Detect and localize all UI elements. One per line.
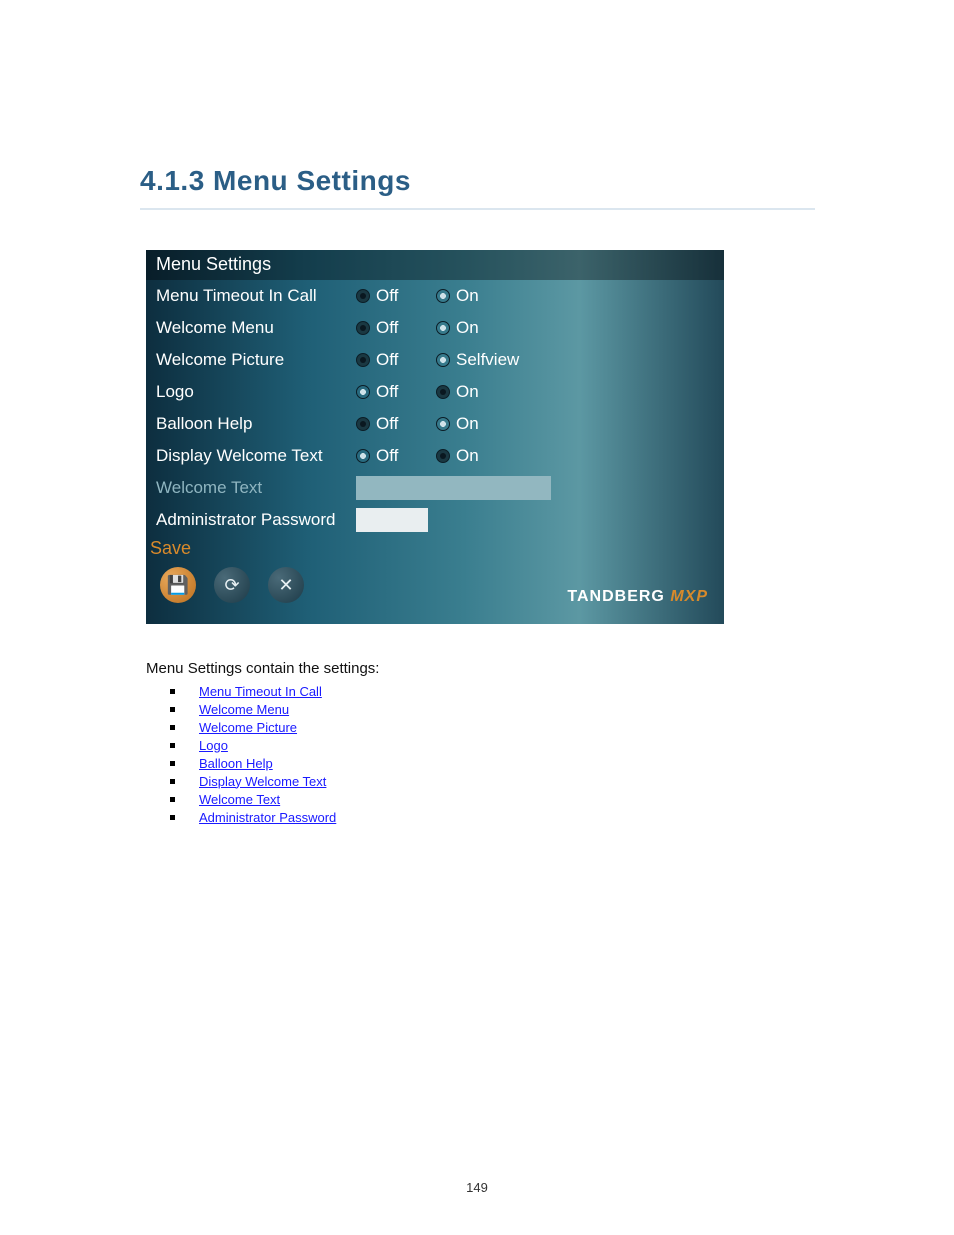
list-item: Menu Timeout In Call [170, 682, 336, 700]
list-item: Logo [170, 736, 336, 754]
row-label: Welcome Picture [156, 350, 356, 370]
welcome-text-input[interactable] [356, 476, 551, 500]
row-display-welcome-text: Display Welcome Text Off On [156, 440, 714, 472]
settings-rows: Menu Timeout In Call Off On Welcome Menu… [146, 280, 724, 536]
row-balloon-help: Balloon Help Off On [156, 408, 714, 440]
save-icon: 💾 [167, 575, 189, 596]
radio-icon [356, 353, 370, 367]
link-balloon-help[interactable]: Balloon Help [199, 756, 273, 771]
horizontal-rule [140, 208, 815, 210]
close-icon: ✕ [278, 575, 293, 596]
radio-icon [436, 449, 450, 463]
radio-off[interactable]: Off [356, 446, 436, 466]
row-label: Display Welcome Text [156, 446, 356, 466]
list-item: Balloon Help [170, 754, 336, 772]
radio-icon [436, 353, 450, 367]
page-number: 149 [0, 1180, 954, 1195]
radio-on[interactable]: On [436, 318, 516, 338]
bullet-icon [170, 797, 175, 802]
list-item: Welcome Menu [170, 700, 336, 718]
bullet-icon [170, 707, 175, 712]
radio-icon [356, 385, 370, 399]
panel-title: Menu Settings [146, 250, 724, 280]
radio-on[interactable]: On [436, 414, 516, 434]
link-welcome-menu[interactable]: Welcome Menu [199, 702, 289, 717]
list-item: Display Welcome Text [170, 772, 336, 790]
bullet-icon [170, 725, 175, 730]
row-label: Menu Timeout In Call [156, 286, 356, 306]
row-welcome-picture: Welcome Picture Off Selfview [156, 344, 714, 376]
refresh-icon: ⟳ [224, 575, 239, 596]
bullet-icon [170, 761, 175, 766]
radio-icon [436, 417, 450, 431]
radio-icon [356, 417, 370, 431]
bullet-icon [170, 689, 175, 694]
row-label: Balloon Help [156, 414, 356, 434]
close-button[interactable]: ✕ [268, 567, 304, 603]
admin-password-input[interactable] [356, 508, 428, 532]
bullet-icon [170, 779, 175, 784]
radio-icon [436, 289, 450, 303]
radio-off[interactable]: Off [356, 382, 436, 402]
radio-icon [356, 289, 370, 303]
radio-icon [436, 385, 450, 399]
list-item: Welcome Text [170, 790, 336, 808]
radio-off[interactable]: Off [356, 414, 436, 434]
link-welcome-picture[interactable]: Welcome Picture [199, 720, 297, 735]
radio-icon [356, 449, 370, 463]
radio-off[interactable]: Off [356, 350, 436, 370]
row-menu-timeout: Menu Timeout In Call Off On [156, 280, 714, 312]
radio-icon [436, 321, 450, 335]
row-logo: Logo Off On [156, 376, 714, 408]
bullet-icon [170, 743, 175, 748]
list-item: Welcome Picture [170, 718, 336, 736]
row-label: Administrator Password [156, 510, 356, 530]
link-admin-password[interactable]: Administrator Password [199, 810, 336, 825]
save-label: Save [146, 536, 724, 559]
brand-text-1: TANDBERG [567, 588, 664, 605]
refresh-button[interactable]: ⟳ [214, 567, 250, 603]
radio-on[interactable]: On [436, 286, 516, 306]
row-welcome-text: Welcome Text [156, 472, 714, 504]
radio-on[interactable]: On [436, 382, 516, 402]
document-page: 4.1.3 Menu Settings Menu Settings Menu T… [0, 0, 954, 1235]
row-label: Logo [156, 382, 356, 402]
link-welcome-text[interactable]: Welcome Text [199, 792, 280, 807]
radio-off[interactable]: Off [356, 286, 436, 306]
radio-off[interactable]: Off [356, 318, 436, 338]
menu-settings-panel: Menu Settings Menu Timeout In Call Off O… [146, 250, 724, 624]
section-heading: 4.1.3 Menu Settings [140, 165, 411, 197]
radio-selfview[interactable]: Selfview [436, 350, 556, 370]
save-button[interactable]: 💾 [160, 567, 196, 603]
row-label-disabled: Welcome Text [156, 478, 356, 498]
link-display-welcome-text[interactable]: Display Welcome Text [199, 774, 326, 789]
radio-icon [356, 321, 370, 335]
radio-on[interactable]: On [436, 446, 516, 466]
settings-link-list: Menu Timeout In Call Welcome Menu Welcom… [170, 682, 336, 826]
row-label: Welcome Menu [156, 318, 356, 338]
list-item: Administrator Password [170, 808, 336, 826]
row-welcome-menu: Welcome Menu Off On [156, 312, 714, 344]
brand-logo: TANDBERG MXP [567, 588, 708, 606]
link-logo[interactable]: Logo [199, 738, 228, 753]
row-admin-password: Administrator Password [156, 504, 714, 536]
link-menu-timeout[interactable]: Menu Timeout In Call [199, 684, 322, 699]
links-lead-text: Menu Settings contain the settings: [146, 660, 379, 677]
brand-text-2: MXP [665, 588, 708, 605]
bullet-icon [170, 815, 175, 820]
